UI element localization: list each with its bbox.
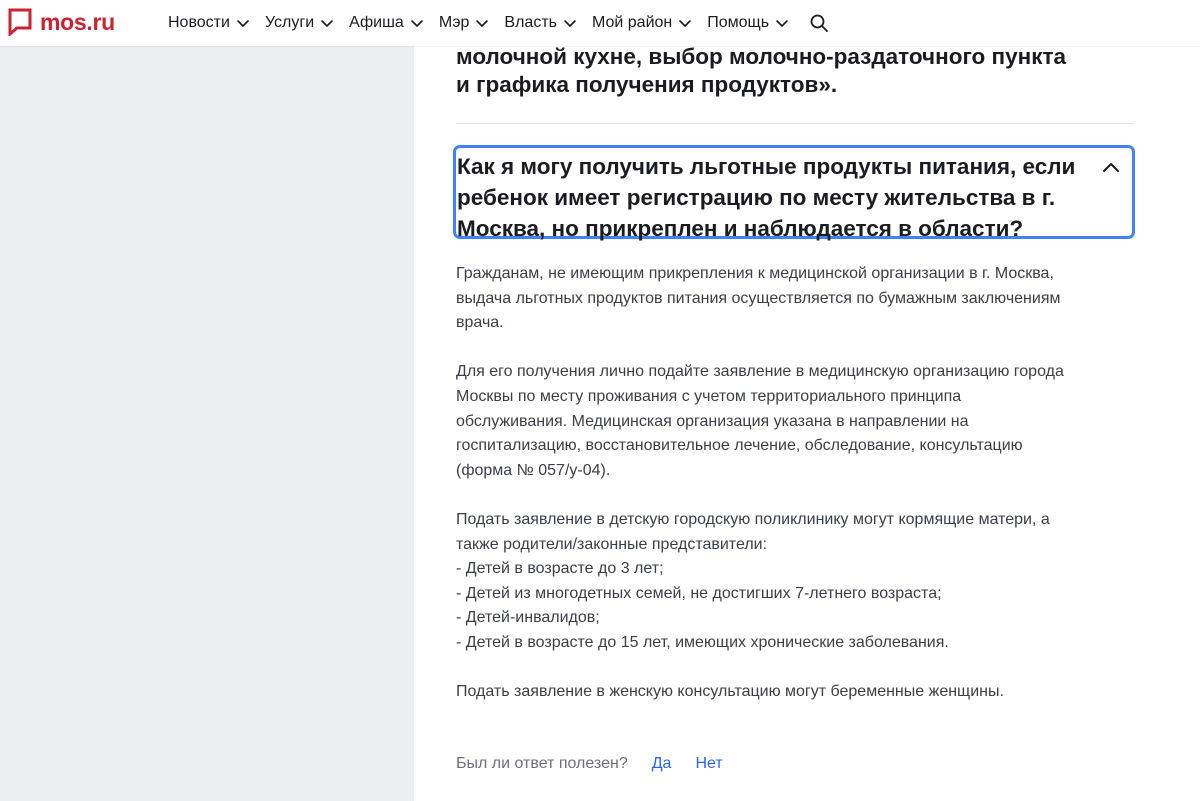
answer-line: Гражданам, не имеющим прикрепления к мед… xyxy=(456,265,1054,282)
answer-line: выдача льготных продуктов питания осущес… xyxy=(456,289,1061,307)
answer-line: (форма № 057/у-04). xyxy=(456,461,611,479)
logo-text: mos.ru xyxy=(40,8,115,35)
nav-item-services[interactable]: Услуги xyxy=(265,14,334,32)
faq-question-toggle[interactable]: Как я могу получить льготные продукты пи… xyxy=(453,145,1135,241)
nav-item-label: Афиша xyxy=(349,14,404,31)
chevron-down-icon xyxy=(476,20,489,27)
feedback-bar: Был ли ответ полезен? Да Нет xyxy=(456,752,747,776)
logo[interactable]: mos.ru xyxy=(8,8,115,36)
answer-line: Москвы по месту проживания с учетом терр… xyxy=(456,387,962,405)
chevron-down-icon xyxy=(679,20,692,27)
answer-list-item: - Детей-инвалидов; xyxy=(456,609,600,627)
answer-line: также родители/законные представители: xyxy=(456,535,768,553)
nav-item-mayor[interactable]: Мэр xyxy=(439,14,490,32)
chevron-down-icon xyxy=(564,20,576,27)
answer-line: Подать заявление в женскую консультацию … xyxy=(456,683,1004,701)
answer-line: госпитализацию, восстановительное лечени… xyxy=(456,437,1023,455)
nav-item-news[interactable]: Новости xyxy=(168,14,250,32)
logo-speech-bubble-icon xyxy=(8,8,32,36)
answer-line: Подать заявление в детскую городскую пол… xyxy=(456,510,1050,528)
nav-item-government[interactable]: Власть xyxy=(504,14,577,32)
answer-list-item: - Детей из многодетных семей, не достигш… xyxy=(456,584,942,602)
faq-answer: Гражданам, не имеющим прикрепления к мед… xyxy=(456,262,1146,705)
nav-item-label: Помощь xyxy=(707,14,770,31)
main-content: молочной кухне, выбор молочно-раздаточно… xyxy=(414,0,1200,801)
nav-item-afisha[interactable]: Афиша xyxy=(349,14,424,32)
chevron-down-icon xyxy=(776,20,788,27)
chevron-down-icon xyxy=(237,20,249,27)
question-line: ребенок имеет регистрацию по месту жител… xyxy=(457,185,1056,210)
site-header: mos.ru Новости Услуги Афиша Мэр Власть М… xyxy=(0,0,1200,46)
question-line: Москва, но прикреплен и наблюдается в об… xyxy=(457,216,1024,241)
nav-item-my-district[interactable]: Мой район xyxy=(592,14,692,32)
faq-question-text: Как я могу получить льготные продукты пи… xyxy=(457,151,1132,244)
nav-item-label: Услуги xyxy=(264,14,315,31)
previous-answer-heading: молочной кухне, выбор молочно-раздаточно… xyxy=(456,43,1096,99)
answer-list-item: - Детей в возрасте до 3 лет; xyxy=(456,560,664,578)
chevron-down-icon xyxy=(321,20,333,27)
answer-line: Для его получения лично подайте заявлени… xyxy=(456,363,1064,381)
answer-list-item: - Детей в возрасте до 15 лет, имеющих хр… xyxy=(456,633,949,651)
feedback-yes-link[interactable]: Да xyxy=(652,752,672,776)
heading-line: молочной кухне, выбор молочно-раздаточно… xyxy=(456,44,1067,69)
main-nav: Новости Услуги Афиша Мэр Власть Мой райо… xyxy=(168,0,829,46)
feedback-no-link[interactable]: Нет xyxy=(695,752,722,776)
nav-item-label: Новости xyxy=(168,14,230,31)
search-icon[interactable] xyxy=(809,13,829,33)
nav-item-label: Власть xyxy=(504,14,557,31)
answer-line: обслуживания. Медицинская организация ук… xyxy=(456,412,969,430)
nav-item-help[interactable]: Помощь xyxy=(707,14,789,32)
nav-item-label: Мой район xyxy=(591,14,673,31)
heading-line: и графика получения продуктов». xyxy=(456,72,838,97)
chevron-up-icon[interactable] xyxy=(1100,156,1122,178)
divider xyxy=(456,123,1134,124)
question-line: Как я могу получить льготные продукты пи… xyxy=(457,154,1076,179)
answer-line: врача. xyxy=(456,314,504,332)
chevron-down-icon xyxy=(411,20,423,27)
nav-item-label: Мэр xyxy=(438,14,470,31)
feedback-label: Был ли ответ полезен? xyxy=(456,755,628,772)
